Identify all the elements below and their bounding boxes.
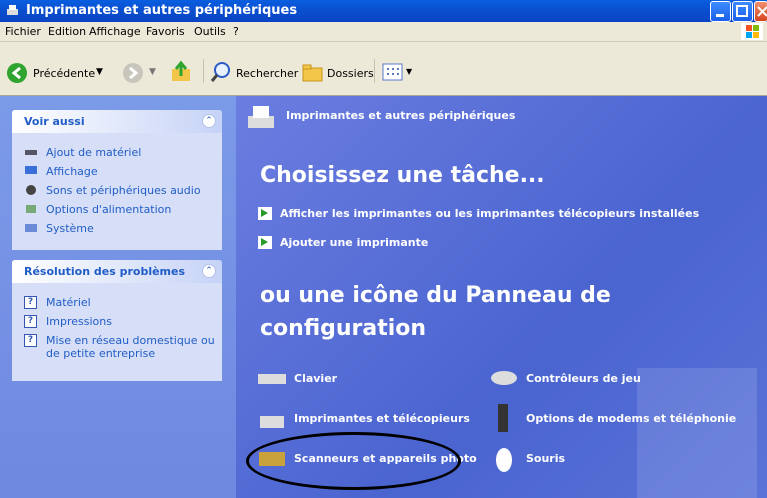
troubleshoot-label: Impressions [46,315,112,328]
troubleshoot-label: de petite entreprise [46,347,156,360]
task-label: Afficher les imprimantes ou les impriman… [280,207,700,220]
control-panel-heading-line2: configuration [260,316,427,341]
back-button[interactable]: Précédente [33,67,95,80]
forward-dropdown-icon[interactable]: ▼ [149,67,156,77]
task-arrow-icon [258,236,272,249]
see-also-label: Sons et périphériques audio [46,184,201,197]
power-options-icon [26,205,36,213]
folders-button[interactable]: Dossiers [327,67,374,80]
game-controller-icon [491,371,517,385]
task-label: Ajouter une imprimante [280,236,429,249]
menu-help[interactable]: ? [233,25,239,38]
windows-logo-icon [741,23,763,40]
back-dropdown-icon[interactable]: ▼ [96,67,103,77]
task-arrow-icon [258,207,272,220]
see-also-header[interactable]: Voir aussi ⌃ [12,110,222,133]
printer-icon [260,416,284,428]
toolbar: Précédente ▼ ▼ Rechercher Dossiers ▼ [0,42,767,96]
troubleshoot-label: Matériel [46,296,91,309]
close-icon [757,6,767,17]
window-title: Imprimantes et autres périphériques [26,3,298,18]
hardware-icon [25,150,37,155]
see-also-label: Options d'alimentation [46,203,172,216]
troubleshooting-header[interactable]: Résolution des problèmes ⌃ [12,260,222,283]
cp-label: Imprimantes et télécopieurs [294,412,470,425]
cp-label: Souris [526,452,566,465]
phone-icon [498,404,508,432]
category-header: Imprimantes et autres périphériques [286,109,516,122]
see-also-label: Ajout de matériel [46,146,142,159]
menu-fichier[interactable]: Fichier [5,25,41,38]
control-panel-heading-line1: ou une icône du Panneau de [260,283,611,308]
display-icon [25,166,37,174]
menu-edition[interactable]: Edition [48,25,86,38]
cp-label: Options de modems et téléphonie [526,412,737,425]
help-icon: ? [24,296,37,309]
back-arrow-icon[interactable] [6,62,28,84]
menu-affichage[interactable]: Affichage [89,25,141,38]
highlight-ellipse [246,432,461,490]
see-also-label: Affichage [46,165,98,178]
troubleshooting-panel: Résolution des problèmes ⌃ ? Matériel ? Im… [12,260,222,381]
toolbar-separator [374,59,375,83]
cp-label: Contrôleurs de jeu [526,372,641,385]
see-also-label: Système [46,222,94,235]
help-icon: ? [24,315,37,328]
view-dropdown-icon[interactable]: ▼ [406,67,412,76]
collapse-chevron-icon[interactable]: ⌃ [202,264,216,278]
cp-label: Clavier [294,372,338,385]
toolbar-separator [203,59,204,83]
up-folder-icon[interactable] [170,60,194,84]
minimize-icon [716,14,724,17]
menu-bar: Fichier Edition Affichage Favoris Outils… [0,22,767,42]
printer-folder-icon [7,5,18,15]
close-button[interactable] [754,1,767,22]
troubleshooting-title: Résolution des problèmes [24,265,186,278]
collapse-chevron-icon[interactable]: ⌃ [202,114,216,128]
system-icon [25,224,37,232]
search-icon[interactable] [210,61,232,83]
pick-task-heading: Choisissez une tâche... [260,163,545,188]
maximize-button[interactable] [732,1,753,22]
maximize-icon [736,5,748,17]
menu-favoris[interactable]: Favoris [146,25,185,38]
printer-category-icon [248,106,274,128]
title-bar: Imprimantes et autres périphériques [0,0,767,22]
left-task-pane: Voir aussi ⌃ Ajout de matériel Affichage… [0,96,236,498]
troubleshoot-label: Mise en réseau domestique ou [46,334,215,347]
search-button[interactable]: Rechercher [236,67,298,80]
help-icon: ? [24,334,37,347]
mouse-icon [496,448,512,472]
see-also-panel: Voir aussi ⌃ Ajout de matériel Affichage… [12,110,222,250]
menu-outils[interactable]: Outils [194,25,226,38]
folders-icon[interactable] [302,62,324,82]
minimize-button[interactable] [710,1,731,22]
keyboard-icon [258,374,286,384]
see-also-title: Voir aussi [24,115,85,128]
view-grid-icon[interactable] [382,62,404,82]
forward-arrow-icon[interactable] [122,62,144,84]
speaker-icon [26,185,36,195]
